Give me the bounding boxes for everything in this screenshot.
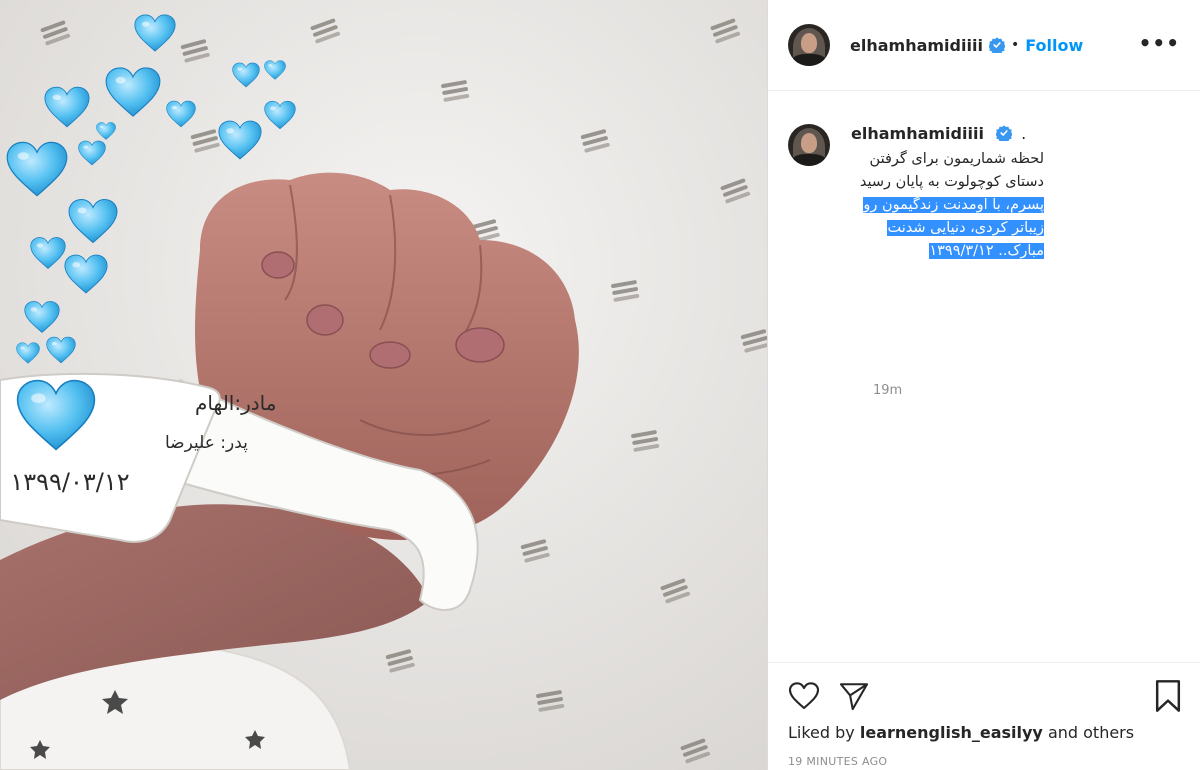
- caption-plain: لحظه شماریمون برای گرفتن دستای کوچولوت ب…: [859, 151, 1044, 190]
- likes-summary: Liked by learnenglish_easilyy and others: [788, 723, 1134, 742]
- wristband-line1: مادر:الهام: [195, 391, 276, 415]
- wristband-line2: پدر: علیرضا: [165, 433, 248, 453]
- wristband-date: ۱۳۹۹/۰۳/۱۲: [10, 468, 129, 496]
- verified-badge-icon: [995, 125, 1012, 141]
- caption-text: لحظه شماریمون برای گرفتن دستای کوچولوت ب…: [854, 148, 1044, 263]
- heart-icon[interactable]: [788, 681, 820, 711]
- post-sidebar: elhamhamidiiii • Follow ••• elhamhamidii…: [767, 0, 1200, 770]
- likes-suffix[interactable]: and others: [1043, 723, 1134, 742]
- comment-username[interactable]: elhamhamidiiii: [851, 124, 984, 143]
- more-options-icon[interactable]: •••: [1139, 33, 1180, 53]
- follow-button[interactable]: Follow: [1025, 36, 1083, 55]
- separator-dot: •: [1010, 37, 1020, 53]
- comment-avatar[interactable]: [788, 124, 830, 166]
- caption-selected-text: پسرم، با اومدنت زندگیمون رو زیباتر کردی،…: [863, 197, 1044, 259]
- post-actions: Liked by learnenglish_easilyy and others…: [768, 662, 1200, 770]
- comment-timestamp[interactable]: 19m: [873, 383, 902, 398]
- likes-prefix: Liked by: [788, 723, 860, 742]
- bookmark-icon[interactable]: [1154, 679, 1182, 713]
- avatar[interactable]: [788, 24, 830, 66]
- post-timestamp[interactable]: 19 MINUTES AGO: [788, 755, 887, 768]
- caption-trailing-dot: .: [1021, 124, 1027, 143]
- comment-username-row: elhamhamidiiii .: [851, 124, 1026, 143]
- post-photo: مادر:الهام پدر: علیرضا ۱۳۹۹/۰۳/۱۲: [0, 0, 767, 770]
- verified-badge-icon: [988, 37, 1005, 53]
- post-header: elhamhamidiiii • Follow •••: [768, 0, 1200, 91]
- liked-by-user[interactable]: learnenglish_easilyy: [860, 723, 1043, 742]
- photo-canvas: مادر:الهام پدر: علیرضا ۱۳۹۹/۰۳/۱۲: [0, 0, 767, 770]
- author-username[interactable]: elhamhamidiiii: [850, 36, 983, 55]
- paper-plane-icon[interactable]: [838, 681, 870, 711]
